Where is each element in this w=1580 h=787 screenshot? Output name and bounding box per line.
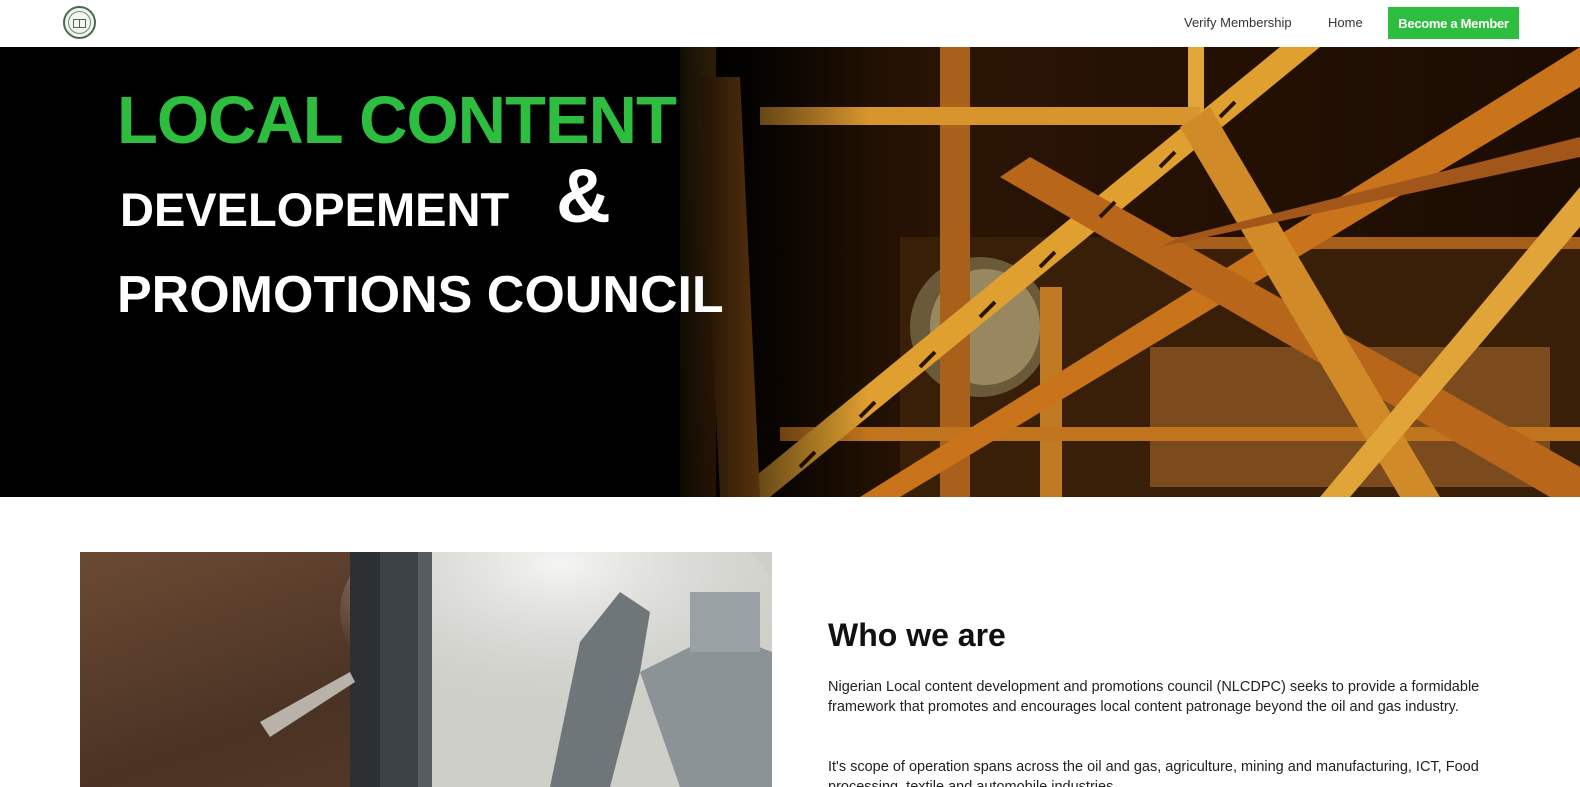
about-paragraph-1: Nigerian Local content development and p… xyxy=(828,679,1480,715)
about-heading: Who we are xyxy=(828,617,1006,653)
become-member-button[interactable]: Become a Member xyxy=(1388,7,1519,39)
nav-home[interactable]: Home xyxy=(1328,15,1363,30)
seal-emblem-icon xyxy=(68,11,91,34)
about-paragraph-2: It's scope of operation spans across the… xyxy=(828,759,1479,787)
hero-banner: LOCAL CONTENT DEVELOPEMENT & PROMOTIONS … xyxy=(0,47,1580,497)
nav-verify-membership[interactable]: Verify Membership xyxy=(1184,15,1292,30)
site-header: Verify Membership Home Become a Member xyxy=(0,0,1580,47)
council-seal-logo[interactable] xyxy=(63,6,96,39)
hero-title-local-content: LOCAL CONTENT xyxy=(117,83,677,158)
hero-ampersand: & xyxy=(556,154,611,239)
hero-title-promotions-council: PROMOTIONS COUNCIL xyxy=(117,266,724,324)
drilling-machine-image xyxy=(80,552,772,787)
hero-title-development: DEVELOPEMENT xyxy=(120,183,510,236)
